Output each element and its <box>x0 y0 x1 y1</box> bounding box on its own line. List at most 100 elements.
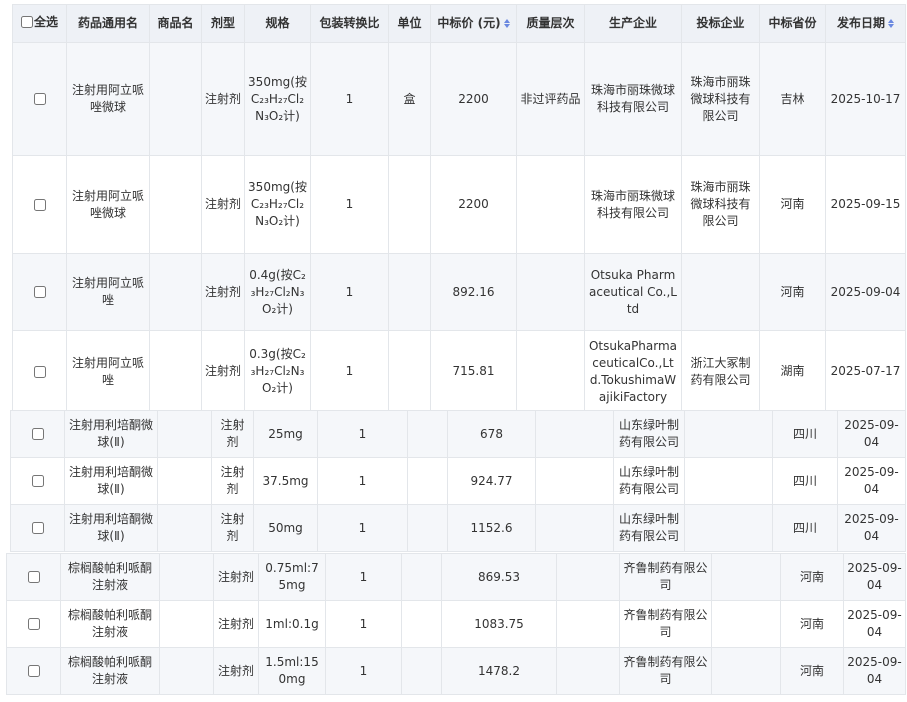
row-select-cell[interactable] <box>6 553 61 601</box>
brand-name-cell <box>159 647 214 695</box>
dosage-form-cell: 注射剂 <box>211 504 254 552</box>
province-cell: 四川 <box>772 504 838 552</box>
spec-cell: 0.3g(按C₂₃H₂₇Cl₂N₃O₂计) <box>244 330 311 413</box>
dosage-form-cell: 注射剂 <box>211 410 254 458</box>
bidder-cell <box>684 504 773 552</box>
release-date-cell: 2025-09-04 <box>837 504 906 552</box>
row-checkbox[interactable] <box>31 475 44 487</box>
header-manufacturer: 生产企业 <box>584 4 682 43</box>
generic-name-cell: 注射用利培酮微球(Ⅱ) <box>64 504 158 552</box>
table-header-row: 全选 药品通用名 商品名 剂型 规格 包装转换比 单位 中标价 (元) 质量层次… <box>12 4 906 43</box>
table-row: 注射用阿立哌唑 注射剂 0.3g(按C₂₃H₂₇Cl₂N₃O₂计) 1 715.81 Ot… <box>12 330 906 413</box>
row-select-cell[interactable] <box>12 253 67 331</box>
quality-level-cell <box>535 410 614 458</box>
row-checkbox[interactable] <box>27 571 40 583</box>
select-all-checkbox[interactable] <box>20 16 33 29</box>
table-row: 棕榈酸帕利哌酮注射液 注射剂 1.5ml:150mg 1 1478.2 齐鲁制药有限公司 河… <box>6 647 906 695</box>
spec-cell: 37.5mg <box>253 457 318 505</box>
generic-name-cell: 棕榈酸帕利哌酮注射液 <box>60 553 160 601</box>
pack-ratio-cell: 1 <box>317 457 408 505</box>
header-unit: 单位 <box>388 4 431 43</box>
bid-price-cell: 1083.75 <box>441 600 557 648</box>
manufacturer-cell: 齐鲁制药有限公司 <box>619 600 712 648</box>
bid-price-label: 中标价 (元) <box>437 16 501 30</box>
release-date-cell: 2025-09-04 <box>837 457 906 505</box>
bidder-cell <box>711 600 781 648</box>
drug-table-section-b: 注射用利培酮微球(Ⅱ) 注射剂 25mg 1 678 山东绿叶制药有限公司 四川 2025-0… <box>10 410 906 552</box>
sort-icon[interactable] <box>888 19 894 28</box>
row-select-cell[interactable] <box>10 410 65 458</box>
header-release-date[interactable]: 发布日期 <box>825 4 906 43</box>
drug-table-section-c: 棕榈酸帕利哌酮注射液 注射剂 0.75ml:75mg 1 869.53 齐鲁制药有限公司河… <box>6 553 906 695</box>
unit-cell: 盒 <box>388 42 431 156</box>
release-date-cell: 2025-09-04 <box>837 410 906 458</box>
release-date-cell: 2025-10-17 <box>825 42 906 156</box>
brand-name-cell <box>149 155 202 254</box>
province-cell: 河南 <box>759 155 826 254</box>
row-checkbox[interactable] <box>27 665 40 677</box>
row-select-cell[interactable] <box>10 504 65 552</box>
province-cell: 河南 <box>759 253 826 331</box>
row-select-cell[interactable] <box>12 155 67 254</box>
brand-name-cell <box>159 553 214 601</box>
row-select-cell[interactable] <box>6 647 61 695</box>
unit-cell <box>407 504 448 552</box>
header-dosage-form: 剂型 <box>201 4 245 43</box>
row-checkbox[interactable] <box>33 93 46 105</box>
province-cell: 吉林 <box>759 42 826 156</box>
bid-price-cell: 1152.6 <box>447 504 536 552</box>
spec-cell: 1.5ml:150mg <box>258 647 326 695</box>
row-select-cell[interactable] <box>12 42 67 156</box>
row-select-cell[interactable] <box>10 457 65 505</box>
sort-icon[interactable] <box>503 19 510 28</box>
bidder-cell: 珠海市丽珠微球科技有限公司 <box>681 155 760 254</box>
quality-level-cell <box>556 600 620 648</box>
row-checkbox[interactable] <box>33 286 46 298</box>
quality-level-cell <box>516 253 585 331</box>
generic-name-cell: 棕榈酸帕利哌酮注射液 <box>60 647 160 695</box>
pack-ratio-cell: 1 <box>310 155 389 254</box>
brand-name-cell <box>157 410 212 458</box>
header-select-all[interactable]: 全选 <box>12 4 67 43</box>
brand-name-cell <box>157 457 212 505</box>
row-checkbox[interactable] <box>31 428 44 440</box>
drug-table-section-a: 全选 药品通用名 商品名 剂型 规格 包装转换比 单位 中标价 (元) 质量层次… <box>12 4 906 413</box>
select-all-label: 全选 <box>33 14 58 29</box>
generic-name-cell: 注射用阿立哌唑 <box>66 253 150 331</box>
province-cell: 河南 <box>780 553 844 601</box>
row-checkbox[interactable] <box>27 618 40 630</box>
header-brand-name: 商品名 <box>149 4 202 43</box>
row-select-cell[interactable] <box>6 600 61 648</box>
quality-level-cell <box>556 553 620 601</box>
dosage-form-cell: 注射剂 <box>213 600 259 648</box>
unit-cell <box>401 647 442 695</box>
bid-price-cell: 2200 <box>430 42 517 156</box>
bid-price-cell: 892.16 <box>430 253 517 331</box>
row-checkbox[interactable] <box>31 522 44 534</box>
brand-name-cell <box>149 42 202 156</box>
row-checkbox[interactable] <box>33 198 46 211</box>
dosage-form-cell: 注射剂 <box>201 155 245 254</box>
release-date-label: 发布日期 <box>836 16 885 30</box>
pack-ratio-cell: 1 <box>325 647 402 695</box>
pack-ratio-cell: 1 <box>310 42 389 156</box>
manufacturer-cell: 齐鲁制药有限公司 <box>619 647 712 695</box>
header-bid-price[interactable]: 中标价 (元) <box>430 4 517 43</box>
row-select-cell[interactable] <box>12 330 67 413</box>
bidder-cell <box>681 253 760 331</box>
header-quality-level: 质量层次 <box>516 4 585 43</box>
row-checkbox[interactable] <box>33 365 46 378</box>
province-cell: 河南 <box>780 647 844 695</box>
province-cell: 四川 <box>772 410 838 458</box>
dosage-form-cell: 注射剂 <box>211 457 254 505</box>
table-row: 棕榈酸帕利哌酮注射液 注射剂 0.75ml:75mg 1 869.53 齐鲁制药有限公司 河… <box>6 553 906 601</box>
bidder-cell <box>684 457 773 505</box>
manufacturer-cell: 齐鲁制药有限公司 <box>619 553 712 601</box>
table-row: 棕榈酸帕利哌酮注射液 注射剂 1ml:0.1g 1 1083.75 齐鲁制药有限公司 河南 2… <box>6 600 906 648</box>
brand-name-cell <box>149 253 202 331</box>
bidder-cell: 浙江大冢制药有限公司 <box>681 330 760 413</box>
bid-price-cell: 1478.2 <box>441 647 557 695</box>
generic-name-cell: 注射用利培酮微球(Ⅱ) <box>64 410 158 458</box>
manufacturer-cell: OtsukaPharmaceuticalCo.,Ltd.TokushimaWaj… <box>584 330 682 413</box>
bidder-cell: 珠海市丽珠微球科技有限公司 <box>681 42 760 156</box>
